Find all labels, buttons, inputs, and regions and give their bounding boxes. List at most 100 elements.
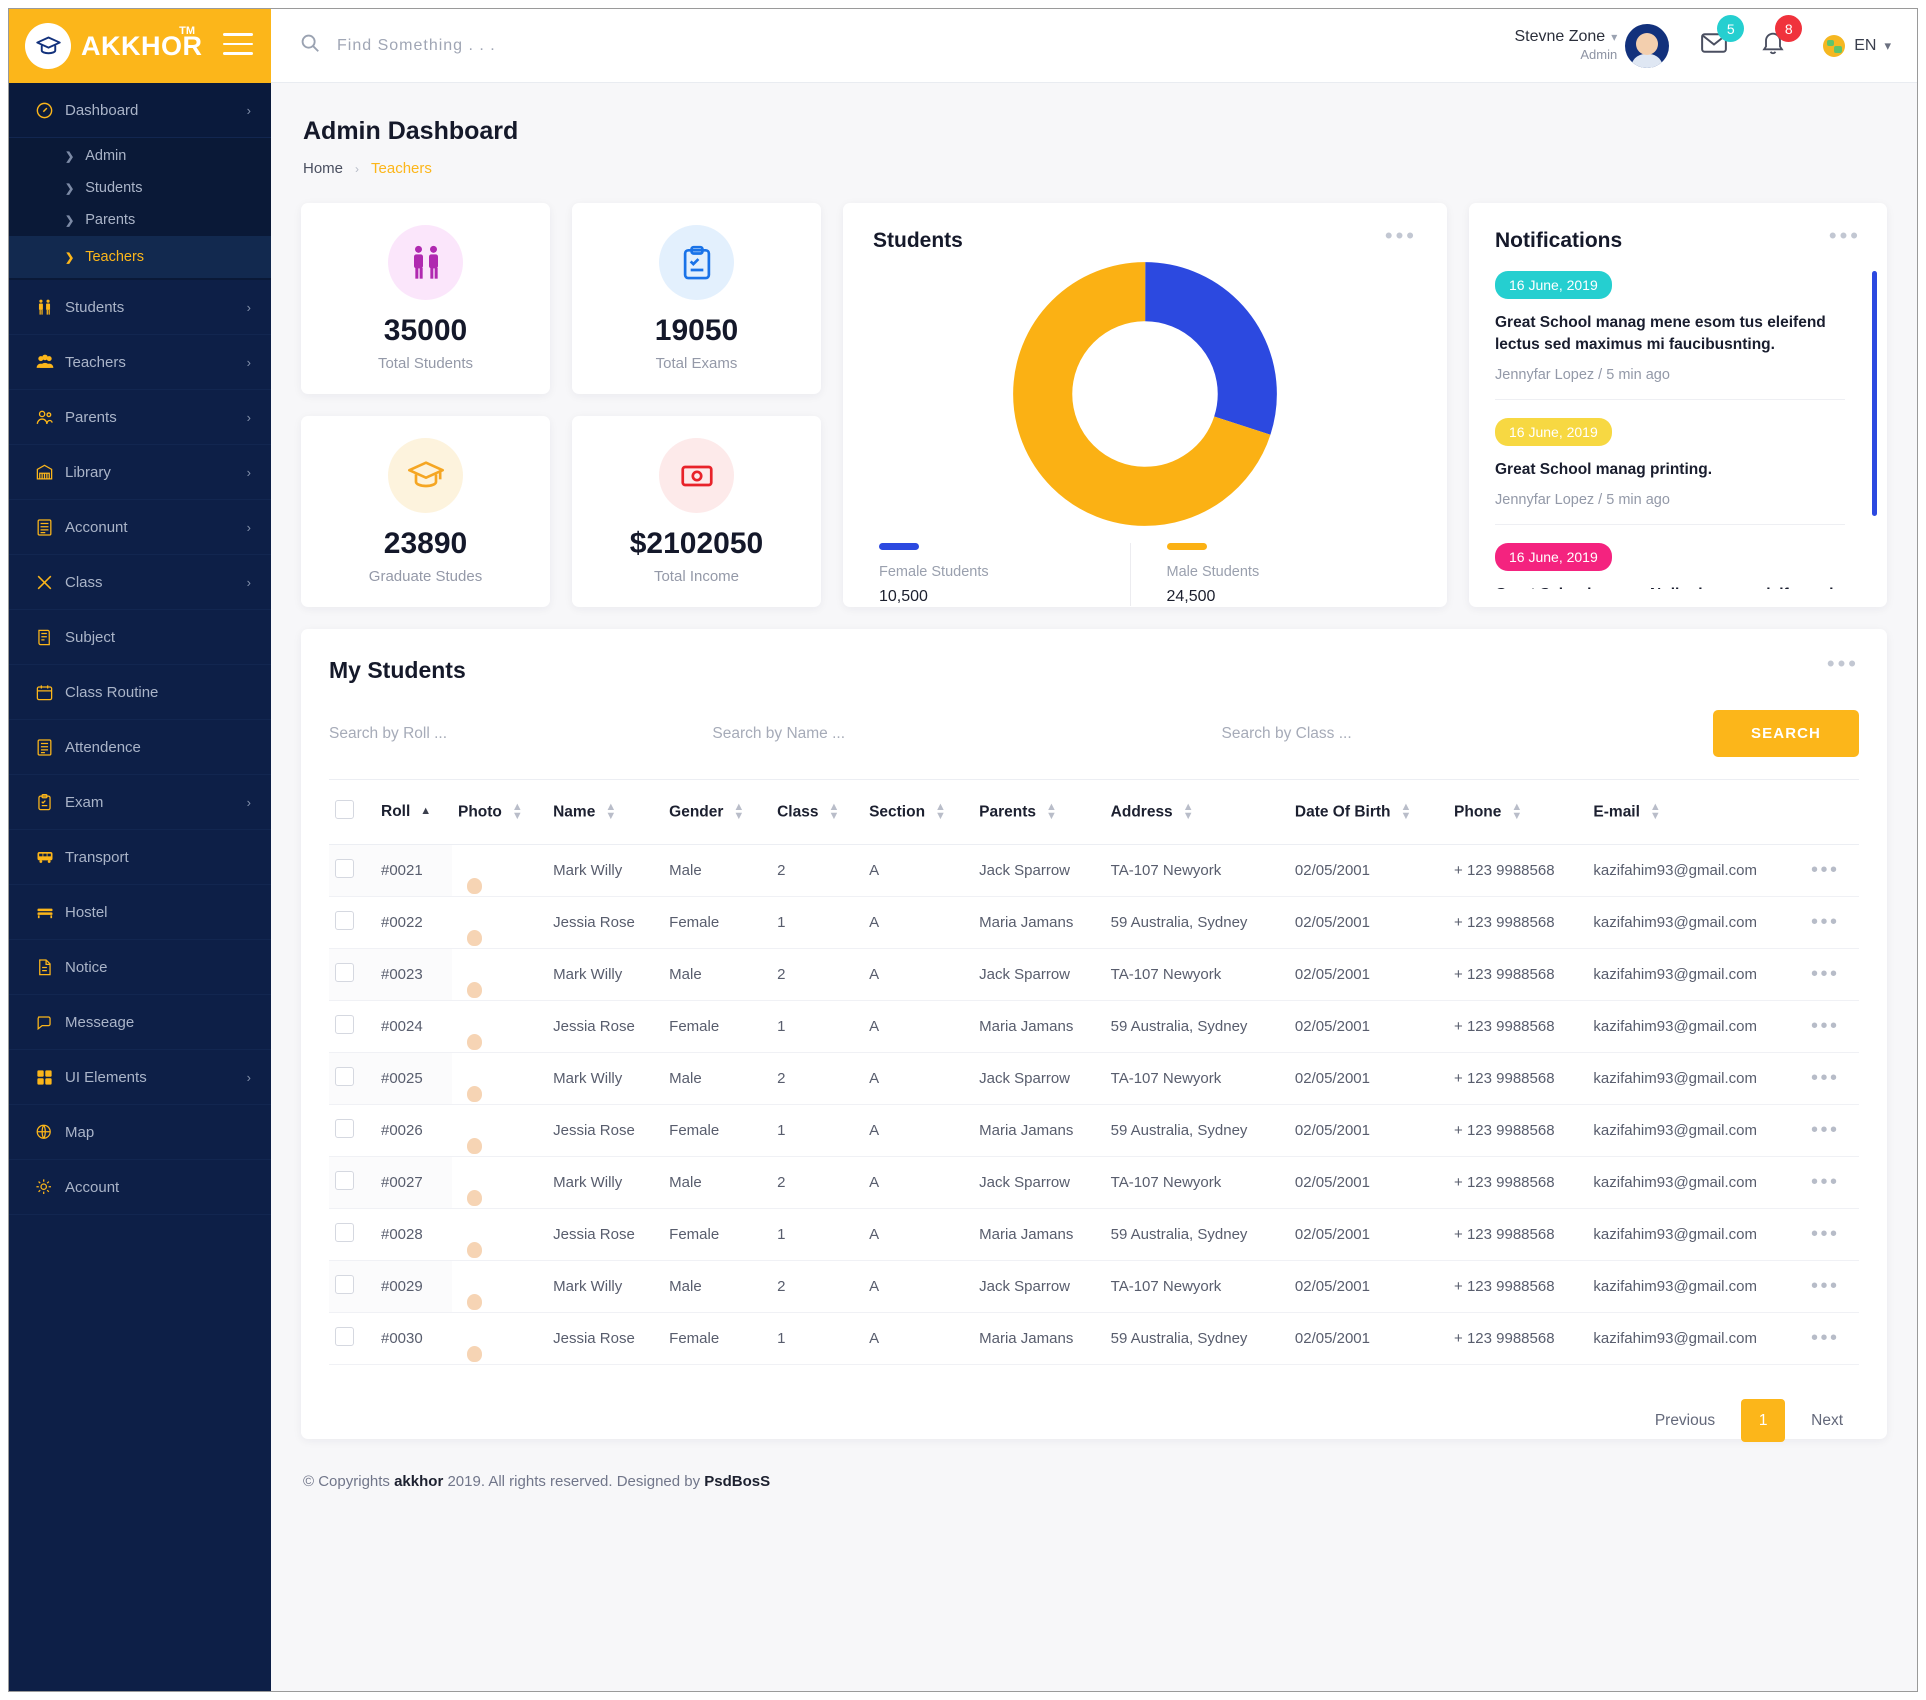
row-checkbox[interactable] — [335, 911, 354, 930]
pagination-page-1[interactable]: 1 — [1741, 1399, 1786, 1442]
ellipsis-icon[interactable]: ••• — [1829, 224, 1861, 246]
column-header-date-of-birth[interactable]: Date Of Birth ▲ ▼ — [1288, 779, 1449, 845]
avatar[interactable] — [1625, 23, 1670, 68]
sort-icon[interactable]: ▲ ▼ — [935, 801, 946, 821]
search-class-input[interactable] — [1221, 716, 1714, 751]
row-checkbox[interactable] — [335, 1067, 354, 1086]
sidebar-item-map[interactable]: Map — [9, 1105, 271, 1160]
sidebar-item-messeage[interactable]: Messeage — [9, 995, 271, 1050]
select-all-checkbox[interactable] — [335, 800, 354, 819]
sort-icon[interactable]: ▲ — [420, 806, 431, 817]
table-row[interactable]: #0028 Jessia Rose Female 1 A Maria Jamans 59 A… — [329, 1208, 1859, 1261]
column-header-address[interactable]: Address ▲ ▼ — [1104, 779, 1289, 845]
notifications-button[interactable]: 8 — [1759, 15, 1803, 63]
sidebar-item-notice[interactable]: Notice — [9, 940, 271, 995]
sidebar-item-library[interactable]: Library › — [9, 445, 271, 500]
global-search[interactable] — [271, 32, 1514, 60]
sort-icon[interactable]: ▲ ▼ — [1046, 801, 1057, 821]
table-row[interactable]: #0023 Mark Willy Male 2 A Jack Sparrow TA-107 … — [329, 948, 1859, 1001]
column-header-name[interactable]: Name ▲ ▼ — [547, 779, 664, 845]
sidebar-item-students[interactable]: Students › — [9, 280, 271, 335]
row-checkbox[interactable] — [335, 1327, 354, 1346]
column-header-parents[interactable]: Parents ▲ ▼ — [973, 779, 1105, 845]
sidebar-item-class[interactable]: Class › — [9, 555, 271, 610]
ellipsis-icon[interactable]: ••• — [1827, 652, 1859, 674]
column-header-section[interactable]: Section ▲ ▼ — [863, 779, 974, 845]
column-header-e-mail[interactable]: E-mail ▲ ▼ — [1587, 779, 1805, 845]
column-header-phone[interactable]: Phone ▲ ▼ — [1448, 779, 1588, 845]
row-menu-icon[interactable]: ••• — [1811, 1119, 1840, 1141]
sidebar-subitem-students[interactable]: ❯ Students — [9, 172, 271, 204]
table-row[interactable]: #0022 Jessia Rose Female 1 A Maria Jamans 59 A… — [329, 896, 1859, 949]
row-checkbox[interactable] — [335, 1119, 354, 1138]
sidebar-item-transport[interactable]: Transport — [9, 830, 271, 885]
sort-icon[interactable]: ▲ ▼ — [1401, 801, 1412, 821]
pagination-next[interactable]: Next — [1795, 1402, 1859, 1440]
table-row[interactable]: #0026 Jessia Rose Female 1 A Maria Jamans 59 A… — [329, 1104, 1859, 1157]
row-checkbox[interactable] — [335, 1171, 354, 1190]
column-header-gender[interactable]: Gender ▲ ▼ — [663, 779, 772, 845]
row-menu-icon[interactable]: ••• — [1811, 963, 1840, 985]
row-checkbox[interactable] — [335, 1015, 354, 1034]
search-roll-input[interactable] — [329, 716, 713, 751]
breadcrumb-current[interactable]: Teachers — [371, 160, 432, 177]
column-header-photo[interactable]: Photo ▲ ▼ — [452, 779, 548, 845]
sort-icon[interactable]: ▲ ▼ — [1183, 801, 1194, 821]
sort-icon[interactable]: ▲ ▼ — [605, 801, 616, 821]
messages-button[interactable]: 5 — [1699, 15, 1745, 63]
sidebar-subitem-parents[interactable]: ❯ Parents — [9, 204, 271, 236]
sort-icon[interactable]: ▲ ▼ — [1650, 801, 1661, 821]
brand-header[interactable]: AKKHOR TM — [9, 9, 271, 83]
row-menu-icon[interactable]: ••• — [1811, 1015, 1840, 1037]
row-menu-icon[interactable]: ••• — [1811, 1171, 1840, 1193]
menu-toggle-icon[interactable] — [223, 33, 253, 62]
table-row[interactable]: #0024 Jessia Rose Female 1 A Maria Jamans 59 A… — [329, 1000, 1859, 1053]
search-button[interactable]: SEARCH — [1713, 710, 1859, 757]
notification-item[interactable]: 16 June, 2019 Great School manag Nulla rh… — [1495, 543, 1845, 589]
row-checkbox[interactable] — [335, 1223, 354, 1242]
column-header-roll[interactable]: Roll ▲ — [375, 779, 452, 845]
sort-icon[interactable]: ▲ ▼ — [1511, 801, 1522, 821]
language-selector[interactable]: EN ▾ — [1823, 34, 1891, 57]
sidebar-item-class-routine[interactable]: Class Routine — [9, 665, 271, 720]
sidebar-item-exam[interactable]: Exam › — [9, 775, 271, 830]
sidebar-item-parents[interactable]: Parents › — [9, 390, 271, 445]
notifications-scrollbar[interactable] — [1872, 271, 1877, 516]
search-input[interactable] — [337, 36, 757, 55]
sidebar-item-account[interactable]: Account — [9, 1160, 271, 1215]
breadcrumb-home[interactable]: Home — [303, 160, 343, 177]
search-name-input[interactable] — [712, 716, 1222, 751]
row-menu-icon[interactable]: ••• — [1811, 859, 1840, 881]
notification-item[interactable]: 16 June, 2019 Great School manag mene eso… — [1495, 271, 1845, 400]
sidebar-item-hostel[interactable]: Hostel — [9, 885, 271, 940]
row-checkbox[interactable] — [335, 1275, 354, 1294]
sidebar-item-dashboard[interactable]: Dashboard › — [9, 83, 271, 138]
row-menu-icon[interactable]: ••• — [1811, 1275, 1840, 1297]
row-menu-icon[interactable]: ••• — [1811, 1067, 1840, 1089]
table-row[interactable]: #0030 Jessia Rose Female 1 A Maria Jamans 59 A… — [329, 1312, 1859, 1365]
pagination-previous[interactable]: Previous — [1639, 1402, 1731, 1440]
sort-icon[interactable]: ▲ ▼ — [733, 801, 744, 821]
row-menu-icon[interactable]: ••• — [1811, 1223, 1840, 1245]
row-menu-icon[interactable]: ••• — [1811, 1327, 1840, 1349]
user-menu[interactable]: Stevne Zone ▾ Admin — [1514, 27, 1617, 63]
row-checkbox[interactable] — [335, 859, 354, 878]
table-row[interactable]: #0021 Mark Willy Male 2 A Jack Sparrow TA-107 … — [329, 844, 1859, 897]
sort-icon[interactable]: ▲ ▼ — [512, 801, 523, 821]
sidebar-subitem-admin[interactable]: ❯ Admin — [9, 140, 271, 172]
sidebar-item-attendence[interactable]: Attendence — [9, 720, 271, 775]
sidebar-item-acconunt[interactable]: Acconunt › — [9, 500, 271, 555]
table-row[interactable]: #0027 Mark Willy Male 2 A Jack Sparrow TA-107 … — [329, 1156, 1859, 1209]
ellipsis-icon[interactable]: ••• — [1385, 224, 1417, 246]
sidebar-item-teachers[interactable]: Teachers › — [9, 335, 271, 390]
notification-item[interactable]: 16 June, 2019 Great School manag printing… — [1495, 418, 1845, 525]
row-menu-icon[interactable]: ••• — [1811, 911, 1840, 933]
table-row[interactable]: #0029 Mark Willy Male 2 A Jack Sparrow TA-107 … — [329, 1260, 1859, 1313]
row-checkbox[interactable] — [335, 963, 354, 982]
table-row[interactable]: #0025 Mark Willy Male 2 A Jack Sparrow TA-107 … — [329, 1052, 1859, 1105]
sort-icon[interactable]: ▲ ▼ — [828, 801, 839, 821]
sidebar-subitem-teachers[interactable]: ❯ Teachers — [9, 236, 271, 278]
sidebar-item-subject[interactable]: Subject — [9, 610, 271, 665]
column-header-class[interactable]: Class ▲ ▼ — [771, 779, 864, 845]
sidebar-item-ui-elements[interactable]: UI Elements › — [9, 1050, 271, 1105]
